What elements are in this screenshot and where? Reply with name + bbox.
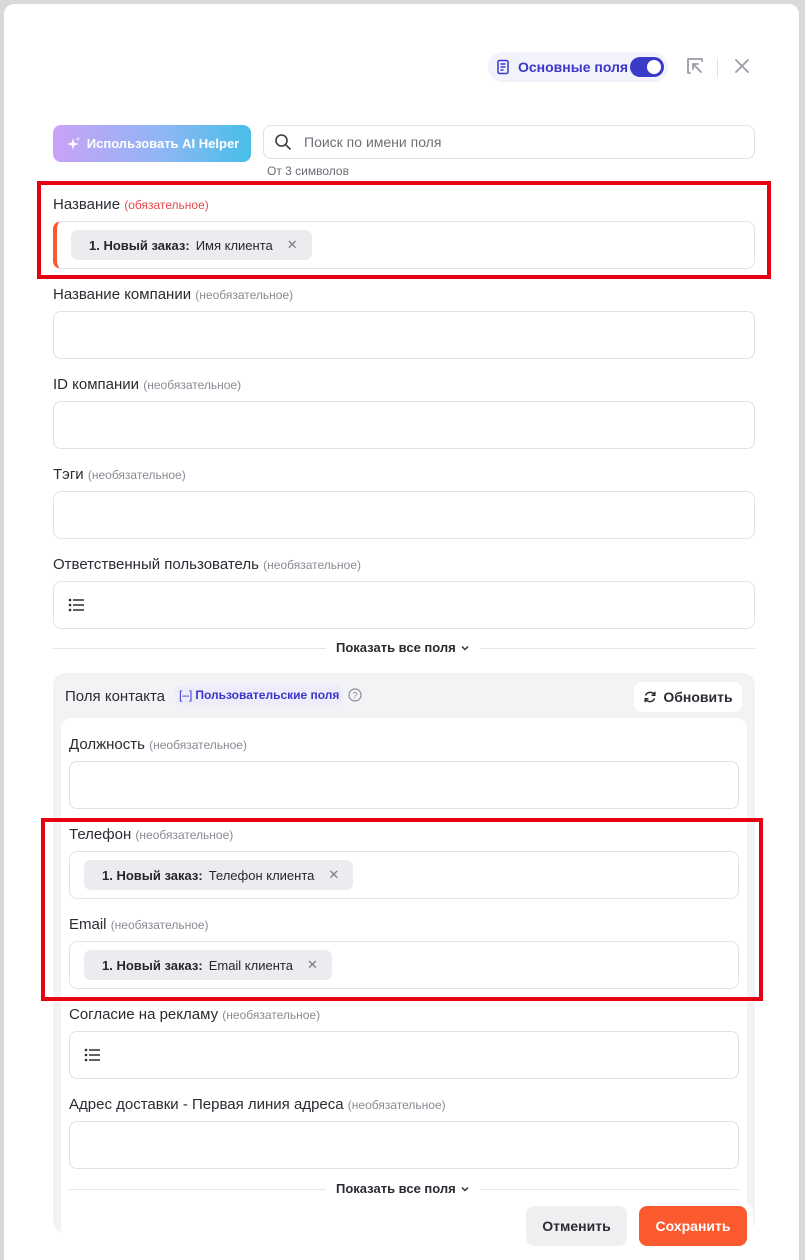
search-icon xyxy=(275,134,291,150)
search-input[interactable] xyxy=(304,134,704,150)
chevron-down-icon xyxy=(461,645,469,650)
sparkles-icon xyxy=(66,136,80,150)
position-label: Должность (необязательное) xyxy=(69,736,247,753)
owner-label: Ответственный пользователь (необязательн… xyxy=(53,556,362,573)
close-icon[interactable] xyxy=(731,55,753,77)
save-button[interactable]: Сохранить xyxy=(639,1206,747,1246)
contact-show-all-fields-button[interactable]: Показать все поля xyxy=(326,1181,480,1196)
cancel-button[interactable]: Отменить xyxy=(526,1206,627,1246)
company-name-field[interactable] xyxy=(53,311,755,359)
tags-label: Тэги (необязательное) xyxy=(53,466,186,483)
tags-field[interactable] xyxy=(53,491,755,539)
address-label: Адрес доставки - Первая линия адреса (не… xyxy=(69,1096,446,1113)
company-id-field[interactable] xyxy=(53,401,755,449)
form-list-icon xyxy=(497,59,509,75)
brackets-icon: [–] xyxy=(179,688,193,702)
refresh-button[interactable]: Обновить xyxy=(634,682,742,712)
ai-helper-button[interactable]: Использовать AI Helper xyxy=(53,125,251,162)
collapse-icon[interactable] xyxy=(684,55,706,77)
ads-consent-label: Согласие на рекламу (необязательное) xyxy=(69,1006,321,1023)
main-fields-switch[interactable] xyxy=(630,57,664,77)
main-fields-label: Основные поля xyxy=(518,59,629,75)
search-field[interactable] xyxy=(263,125,755,159)
list-icon[interactable] xyxy=(68,598,86,612)
ai-helper-label: Использовать AI Helper xyxy=(86,136,240,151)
main-fields-toggle[interactable]: Основные поля xyxy=(488,52,668,82)
modal: Основные поля Использовать AI Helper От … xyxy=(4,4,799,1260)
header-divider xyxy=(717,58,718,78)
chevron-down-icon xyxy=(461,1186,469,1191)
address-field[interactable] xyxy=(69,1121,739,1169)
custom-fields-badge: [–] Пользовательские поля xyxy=(175,685,344,705)
position-field[interactable] xyxy=(69,761,739,809)
highlight-box-contact xyxy=(41,818,763,1001)
owner-field[interactable] xyxy=(53,581,755,629)
company-name-label: Название компании (необязательное) xyxy=(53,286,294,303)
show-all-fields-button[interactable]: Показать все поля xyxy=(326,640,480,655)
svg-text:?: ? xyxy=(352,691,357,701)
ads-consent-field[interactable] xyxy=(69,1031,739,1079)
refresh-icon xyxy=(644,691,656,703)
company-id-label: ID компании (необязательное) xyxy=(53,376,242,393)
help-icon[interactable]: ? xyxy=(348,688,362,702)
list-icon[interactable] xyxy=(84,1048,102,1062)
contact-fields-title: Поля контакта xyxy=(65,688,166,705)
search-hint: От 3 символов xyxy=(267,164,349,178)
highlight-box-name xyxy=(37,181,771,279)
